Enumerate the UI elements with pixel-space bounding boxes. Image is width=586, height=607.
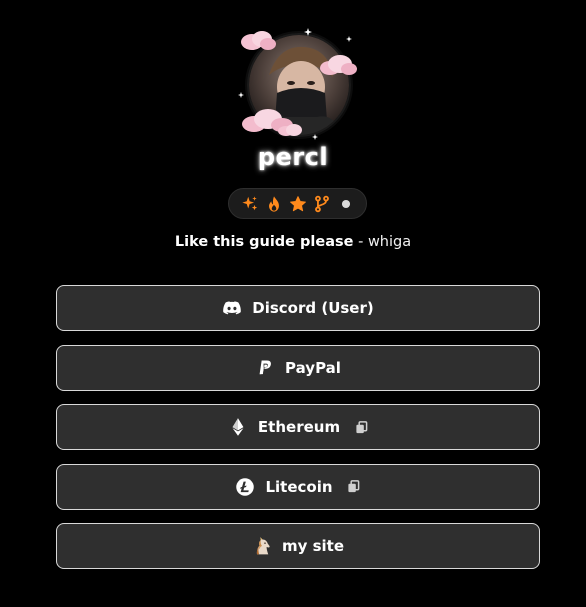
link-label: Discord (User) (252, 299, 374, 317)
sparkle-icon (312, 134, 318, 140)
link-button-litecoin[interactable]: Litecoin (56, 463, 540, 510)
status-dot-icon (336, 194, 355, 213)
star-icon[interactable] (288, 194, 307, 213)
link-label: my site (281, 537, 345, 555)
sparkles-icon[interactable] (240, 194, 259, 213)
paypal-icon (255, 358, 275, 378)
link-button-paypal[interactable]: PayPal (56, 344, 540, 391)
profile-quote: Like this guide please - whiga (0, 234, 586, 250)
flame-icon[interactable] (264, 194, 283, 213)
sparkle-icon (238, 92, 244, 98)
copy-icon[interactable] (354, 420, 368, 434)
username: percl (257, 143, 329, 171)
link-label: Ethereum (257, 418, 341, 436)
quote-text: Like this guide please (174, 234, 354, 250)
cloud-top-left (241, 31, 276, 50)
link-button-my-site[interactable]: my site (56, 523, 540, 569)
quote-author: whiga (367, 234, 412, 250)
badge-bar (228, 188, 367, 219)
link-button-ethereum[interactable]: Ethereum (56, 404, 540, 450)
cloud-bottom-mid (278, 124, 302, 136)
link-label: PayPal (285, 358, 341, 377)
copy-icon[interactable] (347, 480, 361, 494)
link-label: Litecoin (265, 477, 333, 496)
ethereum-icon (228, 417, 248, 437)
unicorn-icon (252, 536, 272, 556)
discord-icon (222, 298, 242, 318)
cloud-top-right (320, 55, 357, 75)
sparkle-icon (346, 36, 352, 42)
quote-separator: - (353, 234, 368, 250)
sparkle-icon (304, 28, 312, 36)
avatar-decoration (238, 28, 360, 142)
litecoin-icon (235, 477, 255, 497)
link-list: Discord (User) PayPal Ethereum Litecoin (56, 285, 540, 583)
link-button-discord[interactable]: Discord (User) (56, 285, 540, 331)
git-branch-icon[interactable] (312, 194, 331, 213)
